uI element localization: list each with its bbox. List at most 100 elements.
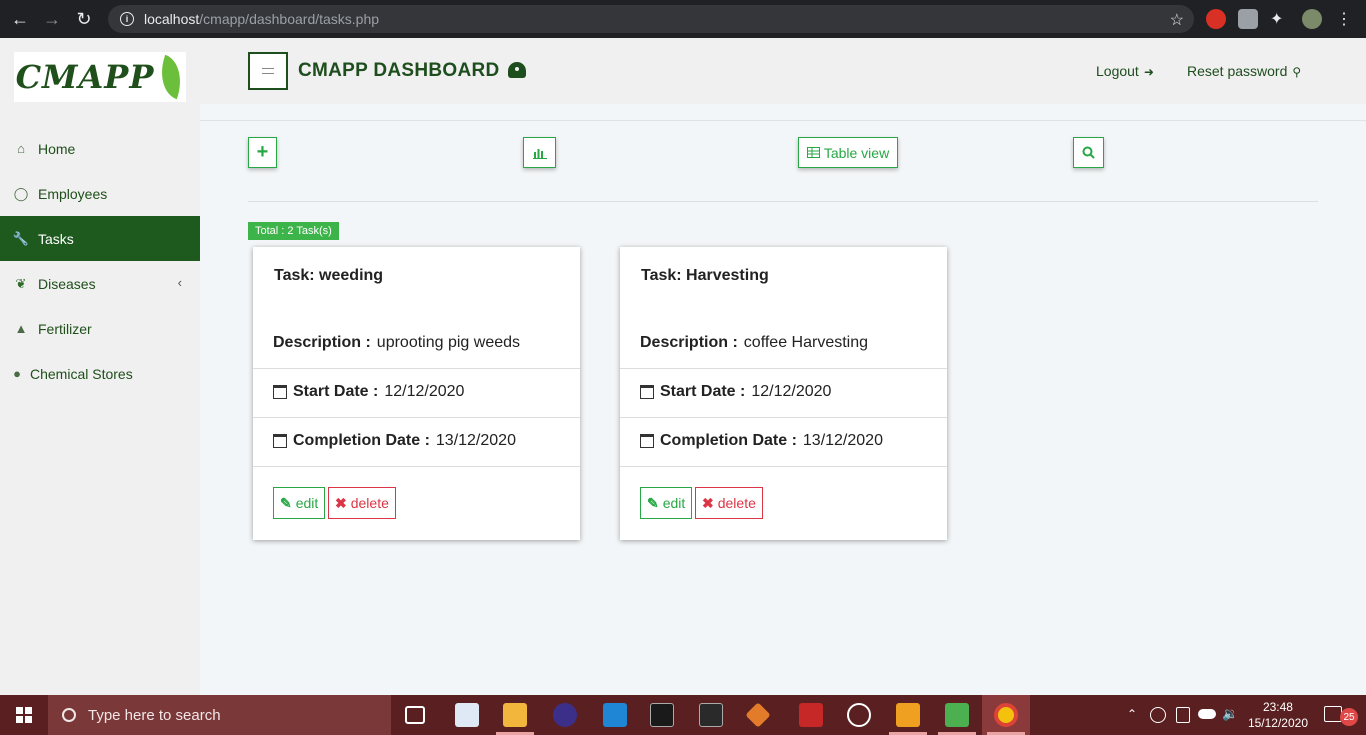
bar-chart-icon	[532, 148, 547, 159]
back-icon[interactable]: ←	[8, 7, 32, 31]
user-icon: ◯	[13, 185, 29, 201]
logo[interactable]: CMAPP	[14, 52, 191, 102]
device-icon[interactable]	[1176, 707, 1190, 723]
delete-label: delete	[350, 495, 389, 511]
task-description: Description : coffee Harvesting	[620, 331, 947, 355]
reset-password-link[interactable]: Reset password ⚲	[1187, 63, 1301, 79]
map-marker-icon: ●	[13, 366, 21, 381]
calendar-icon	[273, 385, 287, 399]
card-divider	[253, 368, 580, 369]
profile-avatar[interactable]	[1302, 9, 1322, 29]
menu-toggle-button[interactable]	[248, 52, 288, 90]
card-divider	[253, 417, 580, 418]
sidebar-item-tasks[interactable]: 🔧 Tasks	[0, 216, 200, 261]
sidebar-item-diseases[interactable]: ❦ Diseases ‹	[0, 261, 200, 306]
description-value: uprooting pig weeds	[376, 334, 521, 351]
leaf-icon: ❦	[15, 275, 27, 291]
taskbar-search-input[interactable]: Type here to search	[48, 695, 391, 735]
header: CMAPP DASHBOARD Logout ➜ Reset password ⚲	[200, 38, 1366, 104]
completion-date-value: 13/12/2020	[435, 432, 516, 449]
clock-time: 23:48	[1262, 700, 1293, 714]
delete-button[interactable]: ✖ delete	[695, 487, 763, 519]
sidebar-item-home[interactable]: ⌂ Home	[0, 126, 200, 171]
forward-icon[interactable]: →	[40, 7, 64, 31]
wrench-icon: 🔧	[12, 230, 30, 246]
card-divider	[620, 466, 947, 467]
task-view-icon[interactable]	[405, 706, 425, 724]
close-icon: ✖	[335, 494, 347, 511]
start-button[interactable]	[0, 695, 48, 735]
edit-button[interactable]: ✎ edit	[640, 487, 693, 519]
flask-icon: ▲	[14, 321, 28, 336]
info-icon[interactable]: i	[120, 12, 134, 26]
vscode-icon[interactable]	[603, 703, 627, 727]
card-divider	[253, 466, 580, 467]
sidebar-item-employees[interactable]: ◯ Employees	[0, 171, 200, 216]
chrome-icon	[994, 703, 1018, 727]
url-host: localhost	[144, 11, 200, 27]
start-date-value: 12/12/2020	[384, 383, 465, 400]
edit-button[interactable]: ✎ edit	[273, 487, 326, 519]
leaf-logo-icon	[152, 54, 191, 100]
task-completion-date: Completion Date : 13/12/2020	[620, 429, 947, 453]
chevron-up-icon[interactable]: ⌃	[1127, 707, 1141, 721]
description-value: coffee Harvesting	[743, 334, 869, 351]
sidebar-item-label: Chemical Stores	[30, 365, 133, 382]
address-bar[interactable]: i localhost/cmapp/dashboard/tasks.php ☆	[108, 5, 1194, 33]
search-button[interactable]	[1073, 137, 1104, 168]
terminal-icon[interactable]	[699, 703, 723, 727]
extension-icon[interactable]	[1206, 9, 1226, 29]
total-tasks-badge: Total : 2 Task(s)	[248, 222, 339, 240]
windows-logo-icon	[16, 707, 32, 723]
app-icon[interactable]	[945, 703, 969, 727]
browser-menu-icon[interactable]: ⋮	[1334, 9, 1354, 29]
chevron-left-icon[interactable]: ‹	[178, 275, 182, 290]
sidebar-item-label: Diseases	[38, 275, 96, 292]
logo-text: CMAPP	[15, 58, 155, 96]
cloud-icon[interactable]	[1198, 709, 1216, 719]
start-date-label: Start Date :	[660, 383, 746, 400]
completion-date-label: Completion Date :	[293, 432, 430, 449]
task-description: Description : uprooting pig weeds	[253, 331, 580, 355]
globe-icon[interactable]	[1150, 707, 1166, 723]
terminal-icon[interactable]	[650, 703, 674, 727]
sidebar-item-chemical-stores[interactable]: ● Chemical Stores	[0, 351, 200, 396]
hamburger-icon	[262, 68, 274, 74]
calendar-icon	[640, 385, 654, 399]
git-icon[interactable]	[745, 702, 771, 728]
sublime-icon[interactable]	[896, 703, 920, 727]
task-title: Task: weeding	[274, 267, 384, 284]
plus-icon: +	[256, 141, 269, 163]
app-icon[interactable]	[799, 703, 823, 727]
delete-button[interactable]: ✖ delete	[328, 487, 396, 519]
edit-label: edit	[295, 495, 319, 511]
add-task-button[interactable]: +	[248, 137, 277, 168]
chart-button[interactable]	[523, 137, 556, 168]
logout-link[interactable]: Logout ➜	[1096, 63, 1154, 79]
bookmark-star-icon[interactable]: ☆	[1170, 10, 1184, 30]
dashboard-gauge-icon	[508, 62, 526, 78]
app-icon[interactable]	[553, 703, 577, 727]
app-icon[interactable]	[847, 703, 871, 727]
table-view-button[interactable]: Table view	[798, 137, 898, 168]
download-icon[interactable]	[1238, 9, 1258, 29]
reload-icon[interactable]: ↻	[72, 7, 96, 31]
sidebar-item-label: Employees	[38, 185, 108, 202]
file-explorer-icon[interactable]	[503, 703, 527, 727]
extensions-puzzle-icon[interactable]: ✦	[1270, 9, 1290, 29]
completion-date-value: 13/12/2020	[802, 432, 883, 449]
pencil-icon: ✎	[647, 494, 659, 511]
taskbar-search-placeholder: Type here to search	[88, 706, 221, 724]
sidebar-item-label: Home	[38, 140, 76, 157]
content-divider	[248, 201, 1318, 202]
sidebar-menu: ⌂ Home ◯ Employees 🔧 Tasks ❦ Diseases ‹ …	[0, 126, 200, 396]
system-clock[interactable]: 23:48 15/12/2020	[1248, 699, 1308, 731]
sidebar-item-fertilizer[interactable]: ▲ Fertilizer	[0, 306, 200, 351]
browser-toolbar: ← → ↻ i localhost/cmapp/dashboard/tasks.…	[0, 0, 1366, 38]
app-icon[interactable]	[455, 703, 479, 727]
volume-icon[interactable]: 🔉	[1222, 706, 1240, 724]
pencil-icon: ✎	[280, 494, 292, 511]
start-date-value: 12/12/2020	[751, 383, 832, 400]
logout-label: Logout	[1096, 63, 1139, 79]
windows-taskbar: Type here to search ⌃ 🔉 23:48 15/12/2020…	[0, 695, 1366, 735]
